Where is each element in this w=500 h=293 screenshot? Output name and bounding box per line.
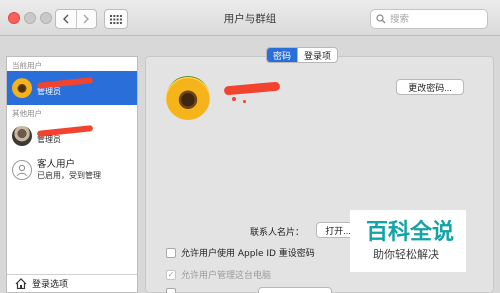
chevron-right-icon (83, 14, 90, 24)
search-field[interactable] (370, 9, 488, 29)
parental-controls-checkbox[interactable] (166, 288, 176, 293)
guest-user-name: 客人用户 (37, 159, 76, 170)
watermark-title: 百科全说 (366, 220, 455, 245)
close-window-button[interactable] (8, 12, 20, 24)
login-options-item[interactable]: 登录选项 (7, 274, 137, 292)
user-row-current[interactable]: 管理员 (7, 71, 137, 105)
zoom-window-button[interactable] (40, 12, 52, 24)
redaction-mark (243, 100, 246, 103)
contact-card-label: 联系人名片： (250, 228, 305, 238)
guest-user-status: 已启用，受到管理 (37, 171, 101, 180)
search-input[interactable] (390, 13, 480, 25)
title-bar: 用户与群组 (0, 0, 500, 36)
user-avatar (12, 126, 32, 146)
back-forward-group (55, 9, 97, 29)
checkbox[interactable]: ✓ (166, 269, 176, 280)
user-picture[interactable] (166, 76, 210, 120)
checkbox[interactable] (166, 288, 176, 293)
show-all-button[interactable] (104, 9, 128, 29)
other-users-heading: 其他用户 (12, 109, 42, 118)
login-options-label: 登录选项 (32, 280, 69, 290)
checkbox-label: 允许用户管理这台电脑 (181, 271, 272, 281)
allow-admin-checkbox[interactable]: ✓ 允许用户管理这台电脑 (166, 268, 271, 281)
house-icon (15, 278, 27, 289)
user-avatar (12, 78, 32, 98)
tab-password[interactable]: 密码 (267, 48, 298, 62)
user-list-sidebar: 当前用户 管理员 其他用户 管理员 客人用户 已启用，受到管理 登录选项 (6, 56, 138, 293)
tab-login-items[interactable]: 登录项 (297, 48, 337, 62)
grid-icon (110, 14, 122, 24)
back-button[interactable] (56, 10, 76, 28)
chevron-left-icon (62, 14, 69, 24)
watermark-subtitle: 助你轻松解决 (373, 248, 439, 261)
parental-controls-button[interactable] (258, 287, 332, 293)
checkbox-label: 允许用户使用 Apple ID 重设密码 (181, 249, 315, 259)
guest-avatar-icon (12, 160, 32, 180)
minimize-window-button[interactable] (24, 12, 36, 24)
search-icon (376, 14, 386, 24)
redaction-mark (232, 97, 236, 101)
user-row-guest[interactable]: 客人用户 已启用，受到管理 (7, 153, 137, 187)
apple-id-reset-checkbox[interactable]: 允许用户使用 Apple ID 重设密码 (166, 246, 315, 259)
current-users-heading: 当前用户 (12, 61, 42, 70)
user-row-other[interactable]: 管理员 (7, 119, 137, 153)
tab-bar: 密码 登录项 (266, 47, 339, 63)
checkbox[interactable] (166, 247, 176, 258)
forward-button[interactable] (75, 10, 97, 28)
change-password-button[interactable]: 更改密码... (396, 79, 464, 95)
